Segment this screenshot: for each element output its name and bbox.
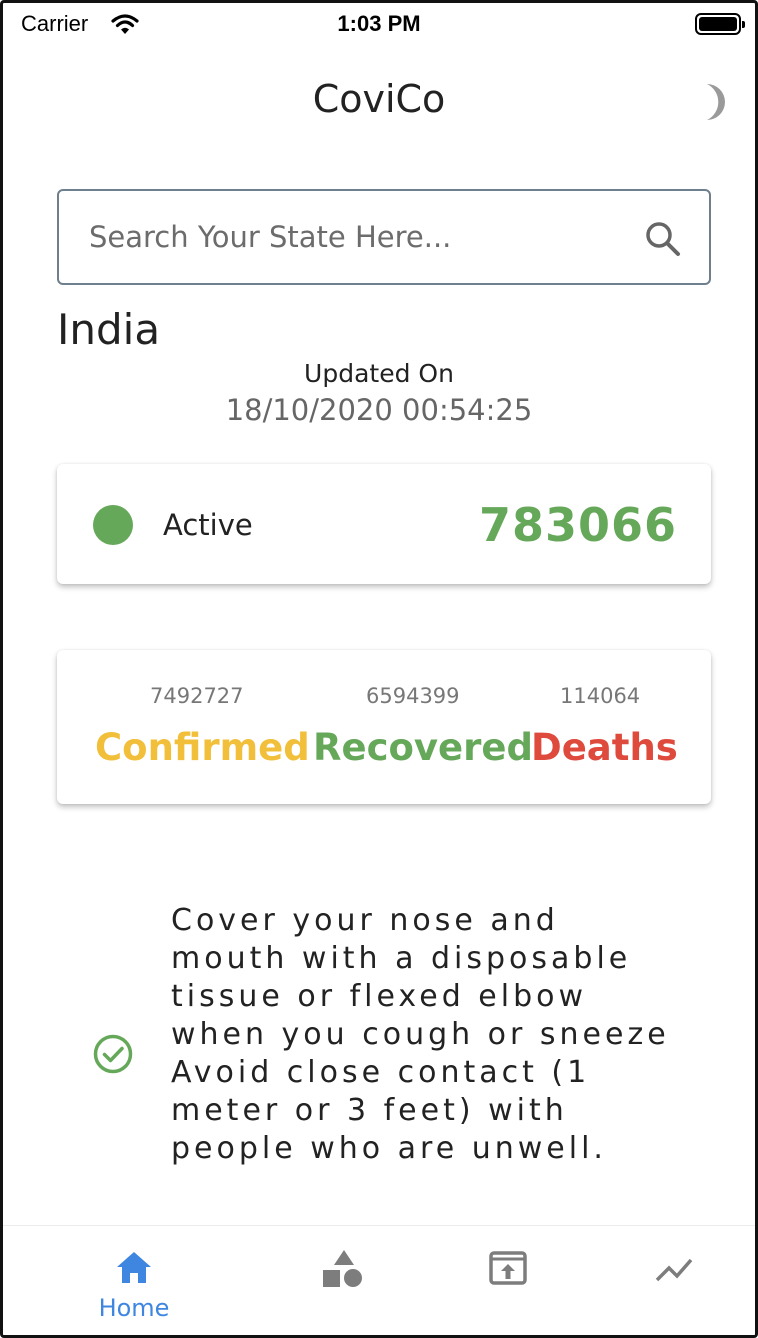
region-name: India bbox=[57, 305, 161, 354]
status-bar: Carrier 1:03 PM bbox=[3, 3, 755, 47]
recovered-label: Recovered bbox=[313, 726, 533, 769]
battery-icon bbox=[695, 13, 745, 35]
check-circle-icon bbox=[93, 1034, 133, 1074]
trending-up-icon bbox=[655, 1248, 695, 1288]
safety-tip-text: Cover your nose and mouth with a disposa… bbox=[171, 903, 670, 1166]
search-icon[interactable] bbox=[643, 219, 683, 259]
bottom-navigation: Home bbox=[3, 1225, 755, 1335]
nav-home[interactable]: Home bbox=[74, 1226, 194, 1335]
search-input[interactable] bbox=[89, 213, 629, 261]
active-count: 783066 bbox=[478, 498, 677, 552]
nav-open[interactable] bbox=[448, 1226, 568, 1335]
deaths-count: 114064 bbox=[560, 684, 641, 708]
nav-home-label: Home bbox=[98, 1294, 170, 1322]
clock: 1:03 PM bbox=[337, 11, 421, 36]
moon-icon[interactable] bbox=[693, 82, 729, 122]
active-status-dot bbox=[93, 505, 133, 545]
updated-timestamp: 18/10/2020 00:54:25 bbox=[225, 393, 533, 427]
confirmed-count: 7492727 bbox=[150, 684, 244, 708]
stats-card: 7492727 6594399 114064 Confirmed Recover… bbox=[57, 650, 711, 804]
deaths-label: Deaths bbox=[531, 726, 678, 769]
home-icon bbox=[114, 1248, 154, 1288]
nav-trends[interactable] bbox=[615, 1226, 735, 1335]
active-label: Active bbox=[163, 508, 253, 542]
active-cases-card: Active 783066 bbox=[57, 464, 711, 584]
updated-label: Updated On bbox=[304, 359, 454, 388]
nav-categories[interactable] bbox=[283, 1226, 403, 1335]
shapes-icon bbox=[323, 1248, 363, 1288]
search-box bbox=[57, 189, 711, 285]
recovered-count: 6594399 bbox=[366, 684, 460, 708]
app-screen: Carrier 1:03 PM CoviCo India Up bbox=[0, 0, 758, 1338]
open-in-browser-icon bbox=[488, 1248, 528, 1288]
app-title: CoviCo bbox=[312, 77, 446, 121]
confirmed-label: Confirmed bbox=[95, 726, 310, 769]
